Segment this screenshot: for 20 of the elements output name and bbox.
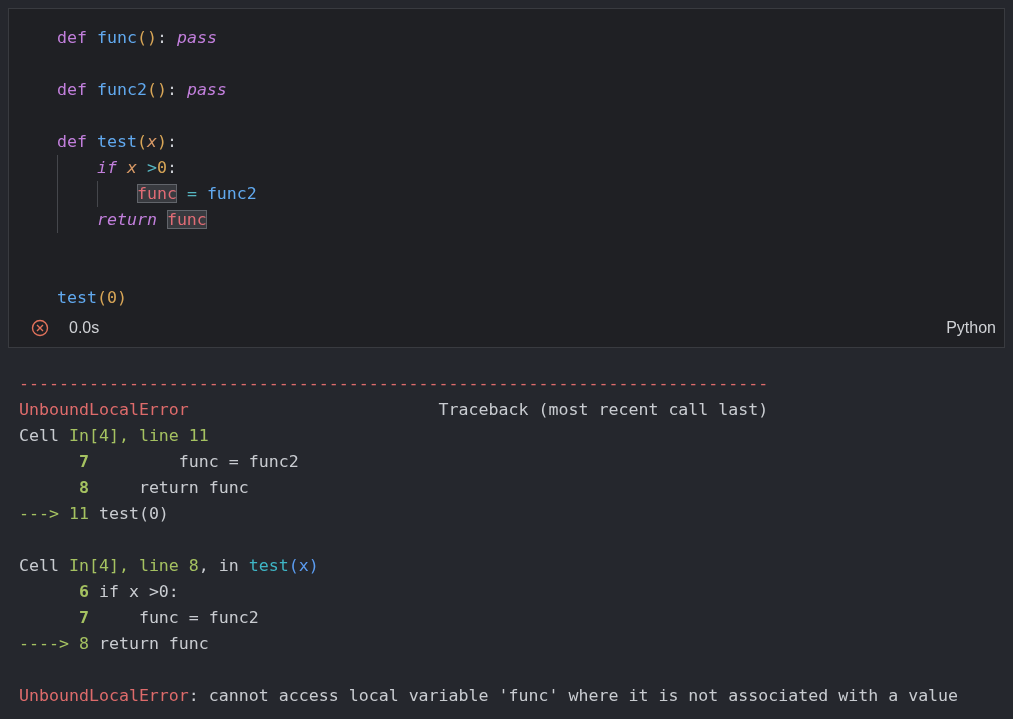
output-line: ---> 11 test(0) (19, 504, 169, 523)
language-label[interactable]: Python (946, 319, 996, 337)
code-line: test(0) (57, 288, 127, 307)
output-line: ----> 8 return func (19, 634, 209, 653)
output-line: 6 if x >0: (77, 582, 179, 601)
output-line: UnboundLocalError: cannot access local variable 'func' where it is not associated with a value (19, 686, 959, 705)
code-line: def test(x): (57, 132, 177, 151)
code-line: func = func2 (136, 184, 257, 203)
output-line: Cell In[4], line 11 (19, 426, 209, 445)
code-line: if x >0: (96, 158, 177, 177)
output-line: --------------------------------------------------------------------------- (19, 374, 769, 393)
output-line: 8 return func (77, 478, 249, 497)
code-line: def func2(): pass (57, 80, 227, 99)
output-line: Cell In[4], line 8, in test(x) (19, 556, 319, 575)
code-line: return func (96, 210, 207, 229)
output-line: 7 func = func2 (77, 608, 259, 627)
execution-time: 0.0s (69, 319, 100, 337)
output-line: 7 func = func2 (77, 452, 299, 471)
code-line: def func(): pass (57, 28, 217, 47)
output-line: UnboundLocalError Traceback (most recent call last) (19, 400, 769, 419)
